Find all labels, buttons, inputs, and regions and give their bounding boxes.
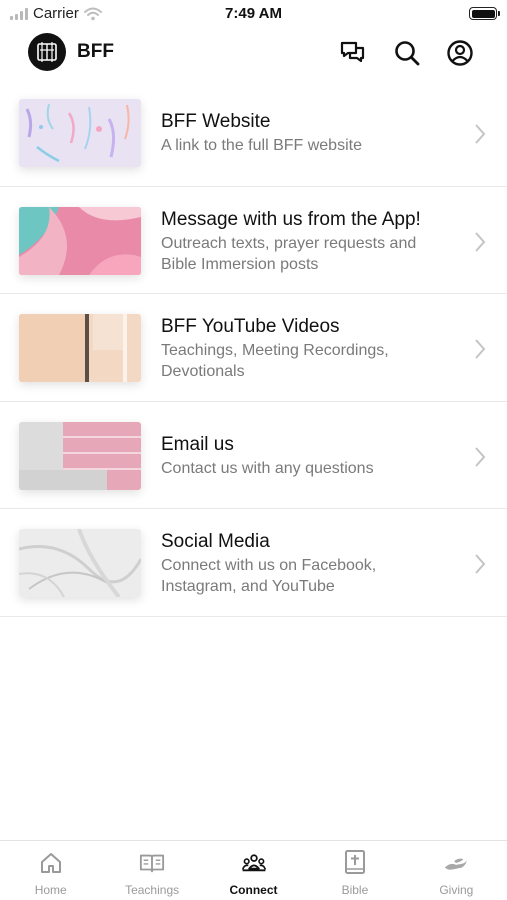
tab-label: Giving [439,883,474,897]
user-circle-icon [447,40,473,66]
home-icon [38,850,64,876]
chat-bubbles-icon [340,41,365,63]
tab-label: Bible [341,883,369,897]
list-item[interactable]: Social Media Connect with us on Facebook… [0,509,507,617]
app-name: BFF [77,41,114,62]
book-open-icon [139,850,165,876]
social-media-thumbnail [19,529,141,597]
tab-label: Teachings [125,883,180,897]
list-item-text: BFF Website A link to the full BFF websi… [161,110,447,156]
list-item-subtitle: Outreach texts, prayer requests and Bibl… [161,234,417,273]
tab-home[interactable]: Home [0,841,101,900]
messages-button[interactable] [338,38,368,68]
app-header: BFF [0,30,507,76]
list-item[interactable]: BFF YouTube Videos Teachings, Meeting Re… [0,294,507,402]
status-bar: Carrier 7:49 AM [0,0,507,26]
connect-list: BFF Website A link to the full BFF websi… [0,79,507,617]
list-item[interactable]: BFF Website A link to the full BFF websi… [0,79,507,187]
chevron-right-icon [475,446,486,467]
bible-icon [342,850,368,876]
chevron-right-icon [475,124,486,144]
chevron-right-icon [475,554,486,574]
list-item-subtitle: Teachings, Meeting Recordings, Devotiona… [161,342,389,380]
tab-bible[interactable]: Bible [304,841,405,900]
search-button[interactable] [392,38,422,68]
giving-hand-icon [443,850,469,876]
list-item-title: Email us [161,433,234,455]
logo-mark-icon [37,42,57,62]
tab-teachings[interactable]: Teachings [101,841,202,900]
chevron-right-icon [475,231,486,252]
list-item-subtitle: Connect with us on Facebook, Instagram, … [161,557,377,595]
profile-button[interactable] [445,38,475,68]
list-item-subtitle: A link to the full BFF website [161,137,362,154]
list-item[interactable]: Email us Contact us with any questions [0,402,507,509]
tab-giving[interactable]: Giving [406,841,507,900]
list-item-subtitle: Contact us with any questions [161,459,374,477]
list-item-title: BFF Website [161,111,271,132]
message-thumbnail [19,206,141,275]
tab-label: Connect [229,883,278,897]
tab-bar: Home Teachings Connect Bible Giving [0,840,507,900]
list-item[interactable]: Message with us from the App! Outreach t… [0,187,507,294]
youtube-thumbnail [19,314,141,382]
website-thumbnail [19,99,141,167]
list-item-text: Message with us from the App! Outreach t… [161,208,447,275]
app-logo[interactable] [28,33,66,71]
tab-label: Home [34,883,67,897]
list-item-text: Social Media Connect with us on Facebook… [161,530,447,597]
search-icon [395,41,420,66]
list-item-title: Social Media [161,531,270,552]
list-item-title: BFF YouTube Videos [161,316,340,337]
people-icon [241,850,267,876]
list-item-text: Email us Contact us with any questions [161,433,447,479]
list-item-title: Message with us from the App! [161,208,421,230]
email-thumbnail [19,421,141,490]
tab-connect[interactable]: Connect [203,841,304,900]
chevron-right-icon [475,339,486,359]
list-item-text: BFF YouTube Videos Teachings, Meeting Re… [161,315,447,382]
status-time: 7:49 AM [225,5,282,22]
battery-icon [469,7,500,20]
